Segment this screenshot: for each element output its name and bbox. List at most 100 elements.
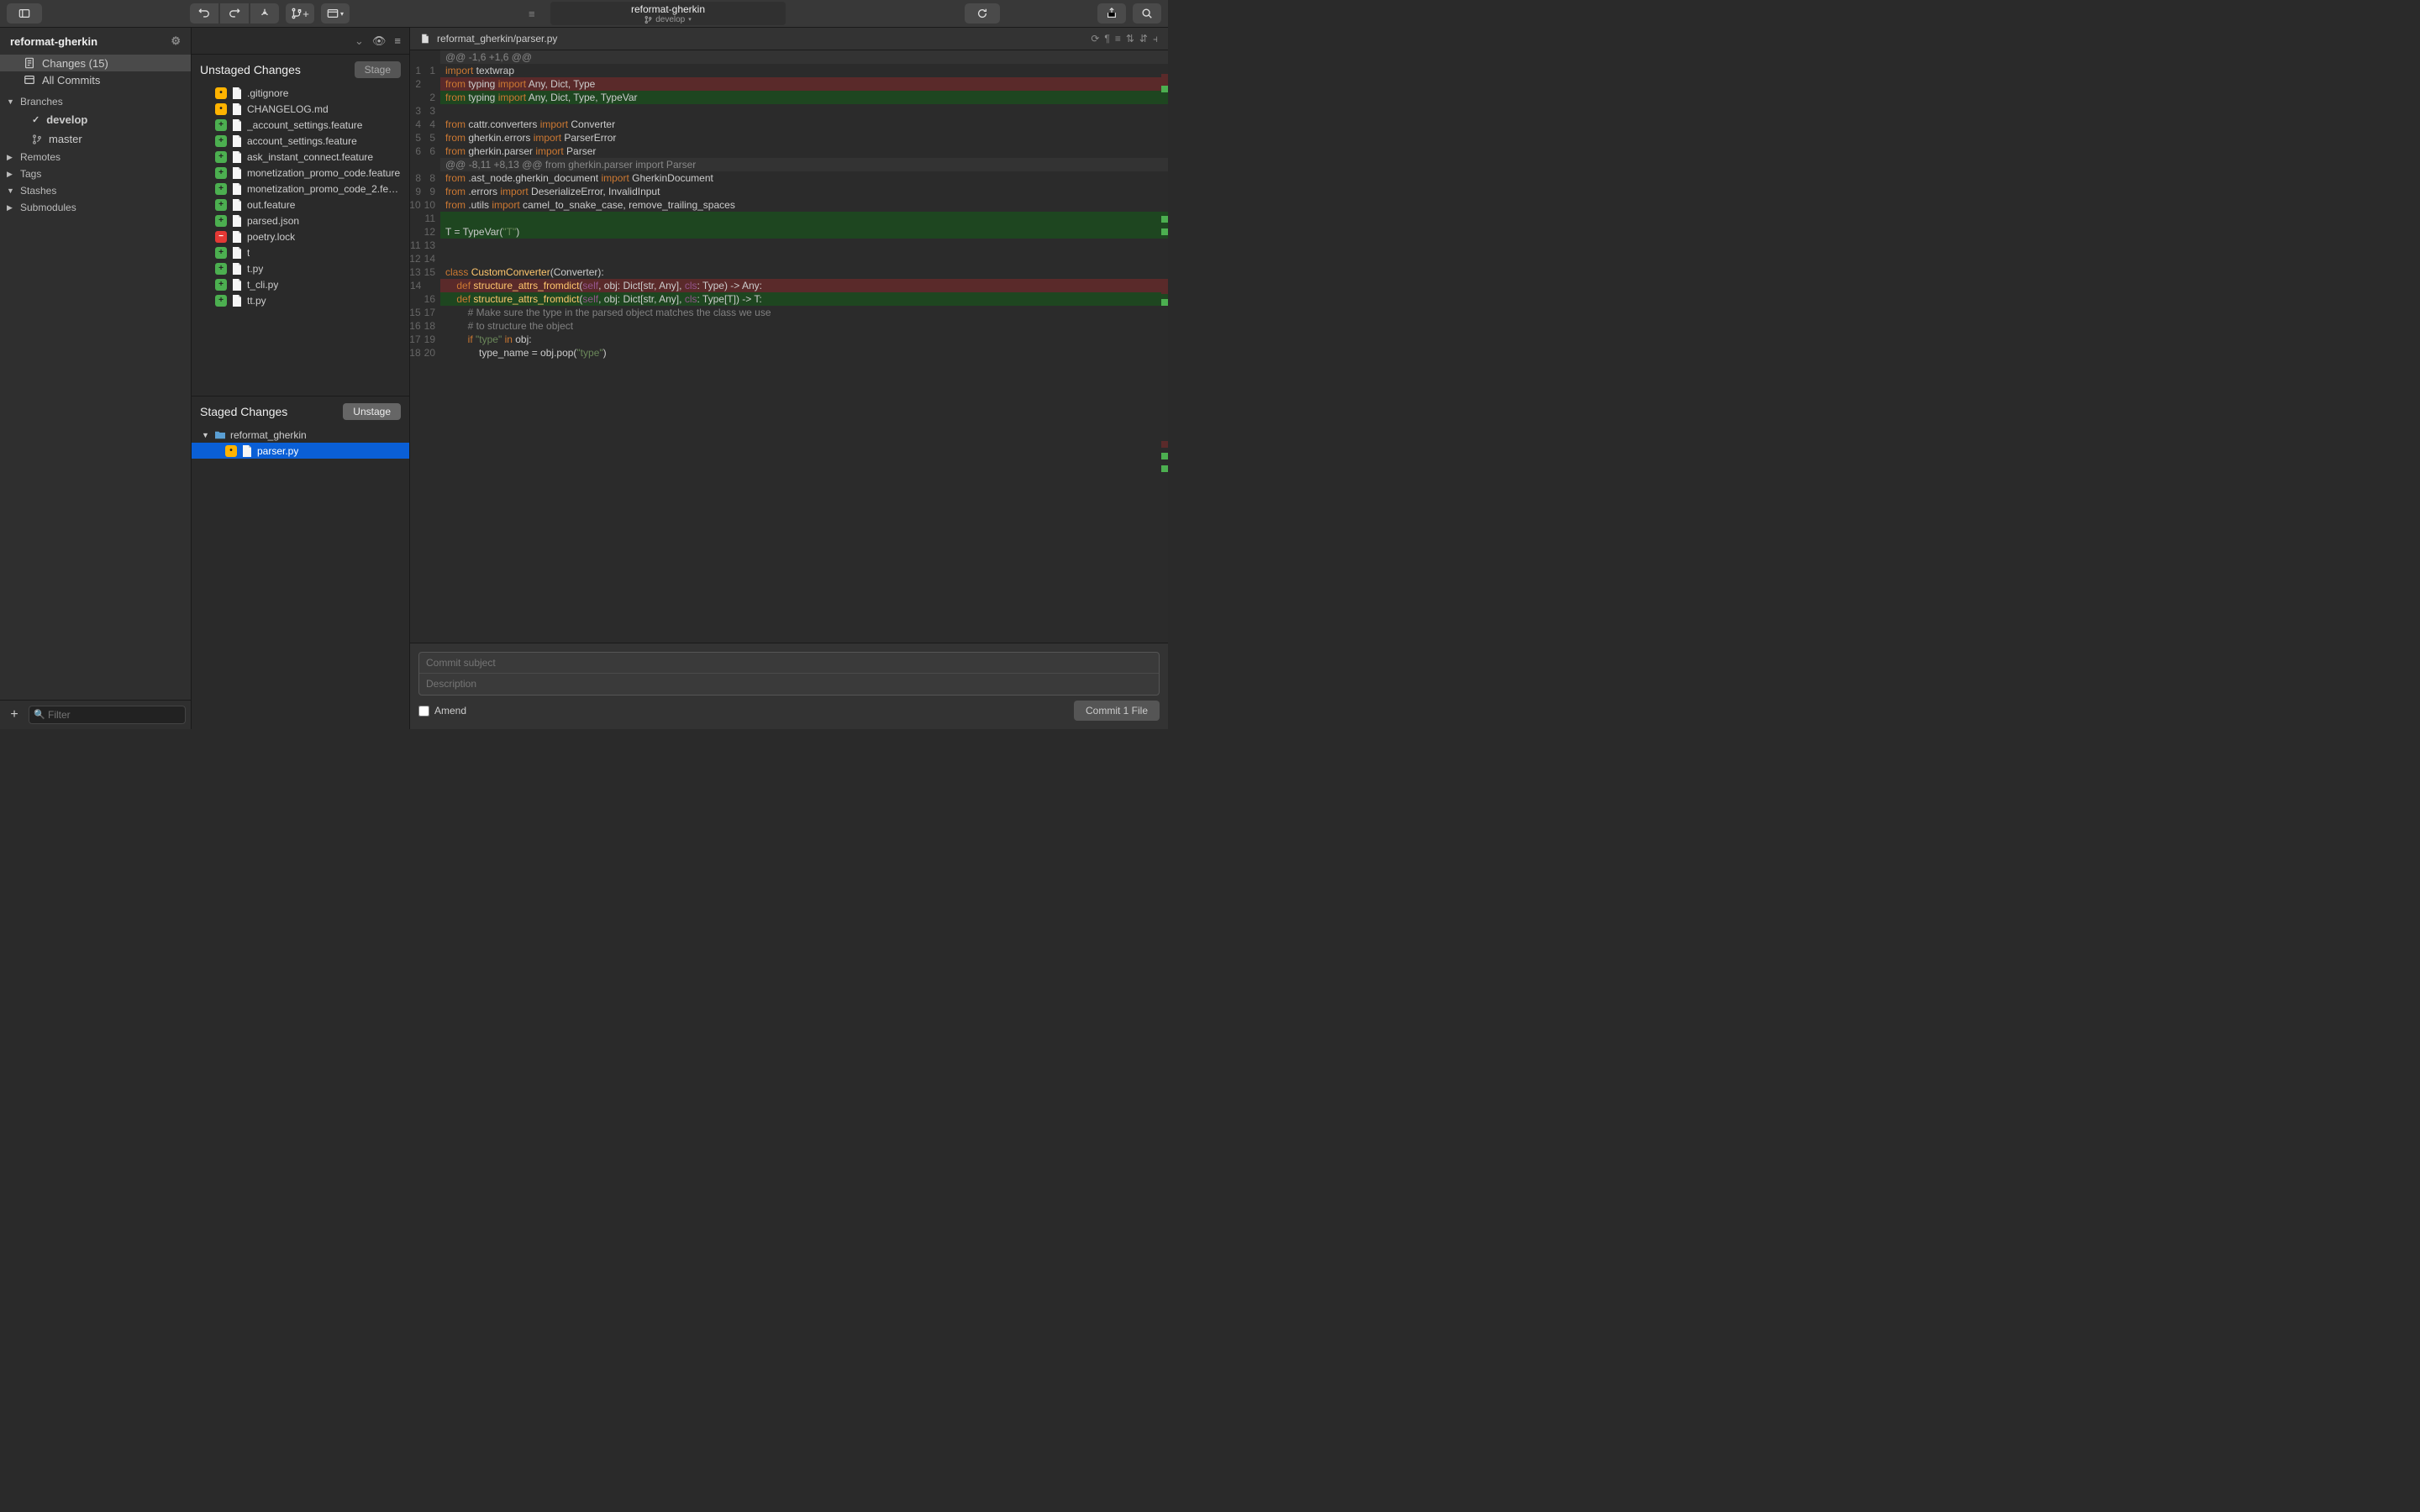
file-row[interactable]: •.gitignore [192, 85, 409, 101]
file-row[interactable]: −poetry.lock [192, 228, 409, 244]
folder-row[interactable]: ▼reformat_gherkin [192, 427, 409, 443]
file-icon [232, 135, 242, 147]
status-badge: + [215, 183, 227, 195]
status-badge: + [215, 247, 227, 259]
diff-opt-icon[interactable]: ¶ [1104, 33, 1109, 45]
search-button[interactable] [1133, 3, 1161, 24]
file-icon [232, 167, 242, 179]
file-icon [232, 103, 242, 115]
diff-line: 16 def structure_attrs_fromdict(self, ob… [410, 292, 1168, 306]
branch-item[interactable]: ✓develop [22, 110, 191, 129]
diff-line: 33 [410, 104, 1168, 118]
redo-button[interactable] [220, 3, 249, 24]
filter-input[interactable] [29, 706, 186, 724]
status-badge: + [215, 119, 227, 131]
diff-line: @@ -1,6 +1,6 @@ [410, 50, 1168, 64]
unstage-button[interactable]: Unstage [343, 403, 401, 420]
undo-button[interactable] [190, 3, 218, 24]
file-name: account_settings.feature [247, 135, 357, 147]
share-button[interactable] [1097, 3, 1126, 24]
section-branches[interactable]: ▼Branches [0, 93, 191, 110]
list-icon[interactable]: ≡ [394, 34, 401, 47]
diff-line: 1315class CustomConverter(Converter): [410, 265, 1168, 279]
diff-opt-icon[interactable]: ⇵ [1139, 33, 1148, 45]
diff-line: 1820 type_name = obj.pop("type") [410, 346, 1168, 360]
file-row[interactable]: +t_cli.py [192, 276, 409, 292]
diff-opt-icon[interactable]: ⇅ [1126, 33, 1134, 45]
diff-body[interactable]: @@ -1,6 +1,6 @@11import textwrap2from ty… [410, 50, 1168, 643]
diff-line: 2from typing import Any, Dict, Type, Typ… [410, 91, 1168, 104]
diff-opt-icon[interactable]: ⫞ [1153, 33, 1158, 45]
diff-line: 1517 # Make sure the type in the parsed … [410, 306, 1168, 319]
refresh-icon [976, 8, 988, 19]
diff-line: 88from .ast_node.gherkin_document import… [410, 171, 1168, 185]
diff-line: 1214 [410, 252, 1168, 265]
status-badge: + [215, 167, 227, 179]
file-icon [420, 34, 430, 44]
status-badge: + [215, 151, 227, 163]
diff-line: 66from gherkin.parser import Parser [410, 144, 1168, 158]
diff-file-path: reformat_gherkin/parser.py [437, 33, 557, 45]
file-row[interactable]: •CHANGELOG.md [192, 101, 409, 117]
file-row[interactable]: +_account_settings.feature [192, 117, 409, 133]
branch-small-icon [644, 16, 652, 24]
sidebar-all-commits[interactable]: All Commits [0, 71, 191, 88]
file-name: t [247, 247, 250, 259]
sidebar-changes[interactable]: Changes (15) [0, 55, 191, 71]
minimap[interactable] [1158, 50, 1168, 643]
file-row[interactable]: +t [192, 244, 409, 260]
disclosure-icon: ▼ [202, 431, 210, 439]
stash-button[interactable] [250, 3, 279, 24]
diff-opt-icon[interactable]: ⟳ [1091, 33, 1099, 45]
diff-line: 1010from .utils import camel_to_snake_ca… [410, 198, 1168, 212]
view-mode-button[interactable]: ▾ [321, 3, 350, 24]
diff-line: 14 def structure_attrs_fromdict(self, ob… [410, 279, 1168, 292]
file-row[interactable]: +out.feature [192, 197, 409, 213]
section-stashes[interactable]: ▼Stashes [0, 182, 191, 199]
branch-item[interactable]: master [22, 129, 191, 149]
refresh-button[interactable] [965, 3, 1000, 24]
chevron-expand-icon[interactable]: ⌄ [355, 34, 364, 48]
toolbar: + ▾ ≡ reformat-gherkin develop ▾ [0, 0, 1168, 28]
gear-icon[interactable]: ⚙ [171, 34, 181, 48]
file-row[interactable]: +monetization_promo_code.feature [192, 165, 409, 181]
file-name: t.py [247, 263, 263, 275]
section-tags[interactable]: ▶Tags [0, 165, 191, 182]
checkmark-icon: ✓ [32, 114, 39, 125]
diff-line: @@ -8,11 +8,13 @@ from gherkin.parser im… [410, 158, 1168, 171]
branch-button[interactable]: + [286, 3, 314, 24]
file-icon [232, 247, 242, 259]
section-submodules[interactable]: ▶Submodules [0, 199, 191, 216]
file-name: poetry.lock [247, 231, 295, 243]
file-row[interactable]: +tt.py [192, 292, 409, 308]
menu-icon[interactable]: ≡ [529, 8, 544, 20]
file-name: parser.py [257, 445, 298, 457]
stage-button[interactable]: Stage [355, 61, 401, 78]
branch-indicator: develop ▾ [644, 15, 692, 24]
search-icon [1141, 8, 1153, 19]
unstaged-title: Unstaged Changes [200, 63, 301, 76]
eye-icon[interactable]: 👁 [372, 34, 387, 48]
file-icon [232, 231, 242, 243]
diff-tab: reformat_gherkin/parser.py ⟳ ¶ ≡ ⇅ ⇵ ⫞ [410, 28, 1168, 50]
section-remotes[interactable]: ▶Remotes [0, 149, 191, 165]
amend-checkbox[interactable]: Amend [418, 705, 466, 717]
file-icon [232, 87, 242, 99]
file-row[interactable]: +account_settings.feature [192, 133, 409, 149]
file-row[interactable]: •parser.py [192, 443, 409, 459]
diff-opt-icon[interactable]: ≡ [1115, 33, 1121, 45]
file-row[interactable]: +ask_instant_connect.feature [192, 149, 409, 165]
file-name: t_cli.py [247, 279, 278, 291]
staged-title: Staged Changes [200, 405, 287, 418]
amend-input[interactable] [418, 706, 429, 717]
commit-subject-input[interactable] [419, 653, 1159, 674]
title-bar[interactable]: reformat-gherkin develop ▾ [550, 2, 786, 25]
file-row[interactable]: +monetization_promo_code_2.feature [192, 181, 409, 197]
file-row[interactable]: +parsed.json [192, 213, 409, 228]
file-row[interactable]: + t.py [192, 260, 409, 276]
commit-description-input[interactable] [419, 674, 1159, 692]
commit-button[interactable]: Commit 1 File [1074, 701, 1160, 721]
sidebar-toggle-button[interactable] [7, 3, 42, 24]
add-button[interactable]: + [5, 706, 24, 724]
status-badge: + [215, 263, 227, 275]
